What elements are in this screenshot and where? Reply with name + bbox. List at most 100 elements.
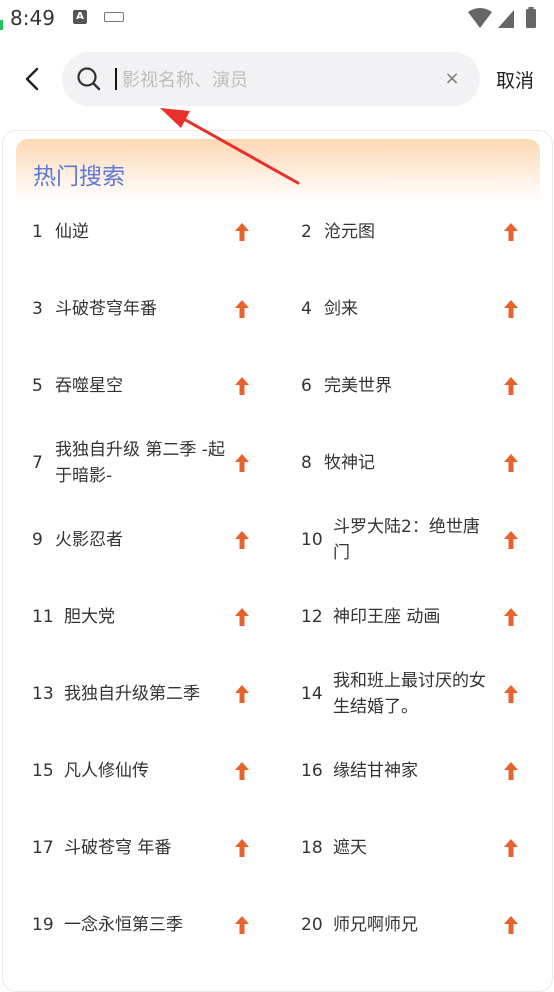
hot-search-item[interactable]: 16 缘结甘神家 [301, 741, 551, 801]
keyboard-icon [104, 12, 124, 22]
hot-search-item[interactable]: 17 斗破苍穹 年番 [32, 818, 282, 878]
show-title: 我独自升级 第二季 -起于暗影- [55, 440, 225, 486]
show-title: 吞噬星空 [55, 376, 123, 396]
trending-up-icon [504, 223, 518, 241]
trending-up-icon [504, 454, 518, 472]
hot-search-item[interactable]: 15 凡人修仙传 [32, 741, 282, 801]
hot-search-header: 热门搜索 [16, 139, 540, 201]
hot-search-item[interactable]: 9 火影忍者 [32, 510, 282, 570]
trending-up-icon [235, 223, 249, 241]
status-bar: 8:49 A [0, 0, 554, 38]
clear-button[interactable]: × [440, 67, 464, 91]
text-caret [115, 68, 117, 90]
hot-search-item[interactable]: 4 剑来 [301, 279, 551, 339]
hot-search-item[interactable]: 10 斗罗大陆2：绝世唐门 [301, 510, 551, 570]
hot-search-item[interactable]: 20 师兄啊师兄 [301, 895, 551, 955]
show-title: 仙逆 [55, 222, 89, 242]
wifi-icon [468, 8, 492, 28]
rank-number: 7 [32, 453, 43, 473]
trending-up-icon [235, 916, 249, 934]
rank-number: 9 [32, 530, 43, 550]
hot-search-title: 热门搜索 [33, 164, 125, 190]
trending-up-icon [504, 685, 518, 703]
rank-number: 17 [32, 838, 54, 858]
search-icon [77, 67, 101, 91]
rank-number: 13 [32, 684, 54, 704]
trending-up-icon [235, 685, 249, 703]
show-title: 我和班上最讨厌的女生结婚了。 [333, 671, 486, 717]
trending-up-icon [235, 377, 249, 395]
hot-search-item[interactable]: 18 遮天 [301, 818, 551, 878]
rank-number: 4 [301, 299, 312, 319]
rank-number: 8 [301, 453, 312, 473]
notification-icon: A [73, 10, 87, 24]
show-title: 凡人修仙传 [64, 761, 149, 781]
edge-indicator [0, 20, 3, 30]
show-title: 我独自升级第二季 [64, 684, 200, 704]
rank-number: 6 [301, 376, 312, 396]
show-title: 神印王座 动画 [333, 607, 441, 627]
show-title: 斗罗大陆2：绝世唐门 [333, 517, 480, 563]
cancel-button[interactable]: 取消 [496, 66, 534, 93]
show-title: 斗破苍穹年番 [55, 299, 157, 319]
hot-search-item[interactable]: 7 我独自升级 第二季 -起于暗影- [32, 433, 282, 493]
status-time: 8:49 [10, 6, 55, 30]
hot-search-item[interactable]: 14 我和班上最讨厌的女生结婚了。 [301, 664, 551, 724]
show-title: 牧神记 [324, 453, 375, 473]
show-title: 完美世界 [324, 376, 392, 396]
signal-icon [498, 10, 514, 28]
rank-number: 14 [301, 684, 323, 704]
trending-up-icon [235, 839, 249, 857]
trending-up-icon [235, 300, 249, 318]
rank-number: 16 [301, 761, 323, 781]
status-icons [466, 6, 544, 34]
trending-up-icon [504, 300, 518, 318]
trending-up-icon [235, 454, 249, 472]
show-title: 遮天 [333, 838, 367, 858]
hot-search-item[interactable]: 19 一念永恒第三季 [32, 895, 282, 955]
battery-icon [526, 9, 536, 28]
rank-number: 1 [32, 222, 43, 242]
back-button[interactable] [18, 64, 48, 94]
chevron-left-icon [25, 67, 39, 91]
show-title: 师兄啊师兄 [333, 915, 418, 935]
show-title: 沧元图 [324, 222, 375, 242]
trending-up-icon [504, 377, 518, 395]
rank-number: 19 [32, 915, 54, 935]
trending-up-icon [504, 762, 518, 780]
hot-search-item[interactable]: 6 完美世界 [301, 356, 551, 416]
show-title: 胆大党 [64, 607, 115, 627]
hot-search-item[interactable]: 13 我独自升级第二季 [32, 664, 282, 724]
trending-up-icon [235, 762, 249, 780]
search-box[interactable]: × [62, 52, 480, 106]
rank-number: 12 [301, 607, 323, 627]
trending-up-icon [235, 531, 249, 549]
rank-number: 11 [32, 607, 54, 627]
hot-search-item[interactable]: 12 神印王座 动画 [301, 587, 551, 647]
rank-number: 10 [301, 530, 323, 550]
hot-search-item[interactable]: 8 牧神记 [301, 433, 551, 493]
rank-number: 3 [32, 299, 43, 319]
hot-search-item[interactable]: 5 吞噬星空 [32, 356, 282, 416]
show-title: 火影忍者 [55, 530, 123, 550]
rank-number: 18 [301, 838, 323, 858]
rank-number: 2 [301, 222, 312, 242]
show-title: 剑来 [324, 299, 358, 319]
hot-search-item[interactable]: 2 沧元图 [301, 202, 551, 262]
search-input[interactable] [120, 60, 424, 100]
show-title: 一念永恒第三季 [64, 915, 183, 935]
hot-search-card: 热门搜索 1 仙逆 2 沧元图 3 斗破苍穹年番 4 剑来 5 吞噬星空 6 完美世界 7 我独自升级 第… [2, 130, 553, 992]
rank-number: 15 [32, 761, 54, 781]
search-bar: × 取消 [0, 52, 554, 108]
hot-search-item[interactable]: 1 仙逆 [32, 202, 282, 262]
hot-search-item[interactable]: 3 斗破苍穹年番 [32, 279, 282, 339]
trending-up-icon [504, 608, 518, 626]
trending-up-icon [504, 531, 518, 549]
show-title: 缘结甘神家 [333, 761, 418, 781]
trending-up-icon [504, 916, 518, 934]
hot-search-item[interactable]: 11 胆大党 [32, 587, 282, 647]
trending-up-icon [235, 608, 249, 626]
trending-up-icon [504, 839, 518, 857]
show-title: 斗破苍穹 年番 [64, 838, 172, 858]
rank-number: 20 [301, 915, 323, 935]
